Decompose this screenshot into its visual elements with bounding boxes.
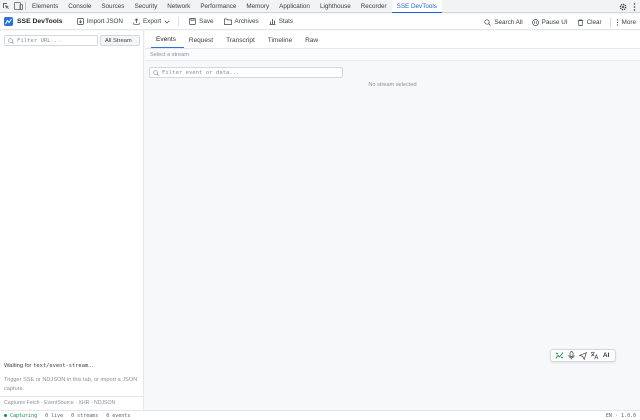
save-icon <box>189 18 197 25</box>
more-button[interactable]: More <box>616 19 636 26</box>
stream-type-select[interactable]: All Stream <box>100 35 140 46</box>
more-vertical-icon <box>616 18 619 26</box>
tab-timeline[interactable]: Timeline <box>263 37 300 48</box>
divider <box>609 17 611 27</box>
search-all-label: Search All <box>494 18 523 26</box>
event-filter-input[interactable] <box>162 69 342 76</box>
bar-chart-icon <box>269 18 276 25</box>
devtools-tab-application[interactable]: Application <box>274 0 315 13</box>
archives-label: Archives <box>234 18 259 25</box>
devtools-tab-network[interactable]: Network <box>162 0 195 13</box>
archives-button[interactable]: Archives <box>223 18 259 25</box>
search-icon <box>484 18 492 26</box>
import-json-button[interactable]: Import JSON <box>76 18 123 25</box>
stats-label: Stats <box>278 18 294 25</box>
stream-subheader: Select a stream <box>145 49 640 61</box>
ai-assistant-button[interactable]: AI <box>601 351 611 361</box>
export-icon <box>133 18 140 25</box>
extension-header: SSE DevTools Import JSON Export Save Arc… <box>0 14 640 30</box>
tab-transcript[interactable]: Transcript <box>221 37 263 48</box>
status-bar: Capturing 0 live 0 streams 0 events EN ·… <box>0 410 640 420</box>
export-dropdown-button[interactable]: Export <box>133 18 170 25</box>
tab-raw[interactable]: Raw <box>300 37 326 48</box>
empty-state: No stream selected <box>368 82 417 88</box>
capture-hint: Trigger SSE or NDJSON in this tab, or im… <box>4 377 138 392</box>
tab-request[interactable]: Request <box>184 37 221 48</box>
import-json-label: Import JSON <box>86 18 123 25</box>
detail-tabs: Events Request Transcript Timeline Raw <box>145 31 640 49</box>
devtools-tab-elements[interactable]: Elements <box>27 0 63 13</box>
floating-toolbar: AI <box>550 349 616 362</box>
microphone-icon[interactable] <box>566 351 576 361</box>
pause-ui-button[interactable]: Pause UI <box>531 18 568 26</box>
export-label: Export <box>142 18 162 25</box>
stream-sidebar: All Stream Waiting for text/event-stream… <box>0 31 144 410</box>
brand-title: SSE DevTools <box>17 18 63 25</box>
waiting-suffix: ... <box>88 363 94 369</box>
folder-icon <box>223 18 232 25</box>
url-filter <box>4 35 98 46</box>
events-count: 0 events <box>106 412 131 419</box>
url-filter-input[interactable] <box>17 37 97 44</box>
capturing-indicator-dot <box>4 414 7 417</box>
more-label: More <box>621 18 636 26</box>
search-all-button[interactable]: Search All <box>484 18 523 26</box>
trash-icon <box>577 18 584 26</box>
waiting-prefix: Waiting for <box>4 363 34 369</box>
import-icon <box>76 18 84 25</box>
save-label: Save <box>199 18 214 25</box>
clear-label: Clear <box>586 18 602 26</box>
event-filter <box>149 67 343 78</box>
capturing-status: Capturing <box>10 412 38 419</box>
kebab-menu-icon[interactable] <box>633 2 636 11</box>
send-icon[interactable] <box>578 351 588 361</box>
devtools-tab-sources[interactable]: Sources <box>96 0 129 13</box>
divider <box>25 2 26 10</box>
settings-gear-icon[interactable] <box>619 3 627 11</box>
devtools-tab-console[interactable]: Console <box>63 0 96 13</box>
sse-devtools-logo-icon <box>4 17 13 26</box>
tab-events[interactable]: Events <box>151 36 184 48</box>
save-button[interactable]: Save <box>189 18 214 25</box>
inspect-element-icon[interactable] <box>0 0 12 12</box>
locale-version: EN · 1.0.0 <box>605 412 636 419</box>
pause-icon <box>531 18 539 26</box>
device-toolbar-icon[interactable] <box>12 0 24 12</box>
devtools-tab-lighthouse[interactable]: Lighthouse <box>315 0 356 13</box>
devtools-tab-memory[interactable]: Memory <box>241 0 274 13</box>
devtools-tab-recorder[interactable]: Recorder <box>356 0 392 13</box>
divider <box>178 17 180 26</box>
pause-ui-label: Pause UI <box>541 18 568 26</box>
devtools-tab-bar: Elements Console Sources Security Networ… <box>0 0 640 13</box>
streams-count: 0 streams <box>71 412 99 419</box>
translate-icon[interactable] <box>590 351 600 361</box>
header-right-actions: Search All Pause UI Clear More <box>475 14 636 30</box>
live-count: 0 live <box>45 412 64 419</box>
stats-button[interactable]: Stats <box>269 18 293 25</box>
devtools-actions <box>619 0 636 13</box>
search-icon <box>153 69 159 76</box>
search-icon <box>8 37 14 44</box>
waiting-mime-type: text/event-stream <box>33 363 89 369</box>
devtools-tab-sse-devtools[interactable]: SSE DevTools <box>391 0 442 13</box>
devtools-tab-security[interactable]: Security <box>129 0 162 13</box>
live-capture-icon[interactable] <box>555 351 565 361</box>
chevron-down-icon <box>164 20 170 24</box>
clear-button[interactable]: Clear <box>577 19 602 26</box>
capture-sources-footer: Captures Fetch · EventSource · XHR · NDJ… <box>0 396 143 410</box>
waiting-message: Waiting for text/event-stream... <box>4 363 93 369</box>
devtools-tab-performance[interactable]: Performance <box>195 0 241 13</box>
